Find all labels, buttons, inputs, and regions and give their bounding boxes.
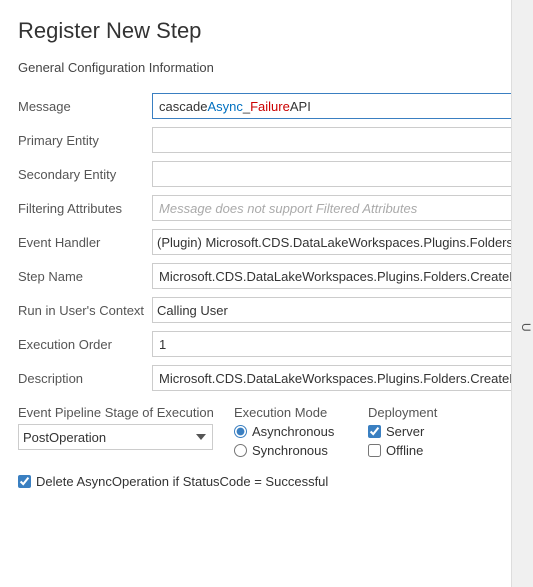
msg-part-5: API (290, 99, 311, 114)
page: Register New Step General Configuration … (0, 0, 533, 587)
run-in-users-context-label: Run in User's Context (18, 293, 152, 327)
primary-entity-label: Primary Entity (18, 123, 152, 157)
execution-mode-label: Execution Mode (234, 405, 358, 420)
msg-part-2: Async (207, 99, 242, 114)
secondary-entity-input[interactable] (152, 161, 511, 187)
message-label: Message (18, 89, 152, 123)
step-name-field-cell: Microsoft.CDS.DataLakeWorkspaces.Plugins… (152, 259, 511, 293)
main-content: Register New Step General Configuration … (0, 0, 511, 587)
msg-part-4: Failure (250, 99, 290, 114)
message-field-cell: cascadeAsync_FailureAPI (152, 89, 511, 123)
secondary-entity-row: Secondary Entity (18, 157, 511, 191)
step-name-input[interactable]: Microsoft.CDS.DataLakeWorkspaces.Plugins… (152, 263, 511, 289)
offline-check-row: Offline (368, 443, 468, 458)
execution-order-input[interactable] (152, 331, 511, 357)
step-name-row: Step Name Microsoft.CDS.DataLakeWorkspac… (18, 259, 511, 293)
message-row: Message cascadeAsync_FailureAPI (18, 89, 511, 123)
primary-entity-row: Primary Entity (18, 123, 511, 157)
deployment-container: Deployment Server Offline (358, 405, 468, 462)
execution-order-row: Execution Order (18, 327, 511, 361)
execution-mode-container: Execution Mode Asynchronous Synchronous (218, 405, 358, 462)
message-input-styled[interactable]: cascadeAsync_FailureAPI (152, 93, 511, 119)
execution-order-field-cell (152, 327, 511, 361)
step-name-label: Step Name (18, 259, 152, 293)
msg-part-1: cascade (159, 99, 207, 114)
pipeline-stage-container: Event Pipeline Stage of Execution PostOp… (18, 405, 218, 450)
filtering-attributes-label: Filtering Attributes (18, 191, 152, 225)
filtering-attributes-row: Filtering Attributes (18, 191, 511, 225)
pipeline-stage-select[interactable]: PostOperation PreValidation PreOperation (18, 424, 213, 450)
pipeline-stage-label: Event Pipeline Stage of Execution (18, 405, 218, 420)
event-handler-field-cell: (Plugin) Microsoft.CDS.DataLakeWorkspace… (152, 225, 511, 259)
server-label: Server (386, 424, 424, 439)
right-panel: U (511, 0, 533, 587)
form-table: Message cascadeAsync_FailureAPI Primary … (18, 89, 511, 395)
filtering-attributes-field-cell (152, 191, 511, 225)
offline-checkbox[interactable] (368, 444, 381, 457)
primary-entity-input[interactable] (152, 127, 511, 153)
section-title: General Configuration Information (18, 60, 491, 75)
delete-async-row: Delete AsyncOperation if StatusCode = Su… (18, 474, 491, 489)
delete-async-label: Delete AsyncOperation if StatusCode = Su… (36, 474, 328, 489)
bottom-section: Event Pipeline Stage of Execution PostOp… (18, 405, 491, 462)
asynchronous-label: Asynchronous (252, 424, 334, 439)
synchronous-radio[interactable] (234, 444, 247, 457)
offline-label: Offline (386, 443, 423, 458)
asynchronous-radio[interactable] (234, 425, 247, 438)
asynchronous-radio-row: Asynchronous (234, 424, 358, 439)
run-in-users-context-select[interactable]: Calling User System (152, 297, 511, 323)
event-handler-select[interactable]: (Plugin) Microsoft.CDS.DataLakeWorkspace… (152, 229, 511, 255)
secondary-entity-field-cell (152, 157, 511, 191)
execution-order-label: Execution Order (18, 327, 152, 361)
event-handler-row: Event Handler (Plugin) Microsoft.CDS.Dat… (18, 225, 511, 259)
server-checkbox[interactable] (368, 425, 381, 438)
description-field-cell: Microsoft.CDS.DataLakeWorkspaces.Plugins… (152, 361, 511, 395)
event-handler-label: Event Handler (18, 225, 152, 259)
deployment-label: Deployment (368, 405, 468, 420)
server-check-row: Server (368, 424, 468, 439)
delete-async-checkbox[interactable] (18, 475, 31, 488)
description-label: Description (18, 361, 152, 395)
synchronous-radio-row: Synchronous (234, 443, 358, 458)
message-text: cascadeAsync_FailureAPI (159, 99, 311, 114)
right-panel-label: U (519, 323, 533, 332)
description-input[interactable]: Microsoft.CDS.DataLakeWorkspaces.Plugins… (152, 365, 511, 391)
run-in-users-context-field-cell: Calling User System (152, 293, 511, 327)
description-row: Description Microsoft.CDS.DataLakeWorksp… (18, 361, 511, 395)
filtering-attributes-input[interactable] (152, 195, 511, 221)
run-in-users-context-row: Run in User's Context Calling User Syste… (18, 293, 511, 327)
page-title: Register New Step (18, 18, 491, 44)
secondary-entity-label: Secondary Entity (18, 157, 152, 191)
primary-entity-field-cell (152, 123, 511, 157)
synchronous-label: Synchronous (252, 443, 328, 458)
